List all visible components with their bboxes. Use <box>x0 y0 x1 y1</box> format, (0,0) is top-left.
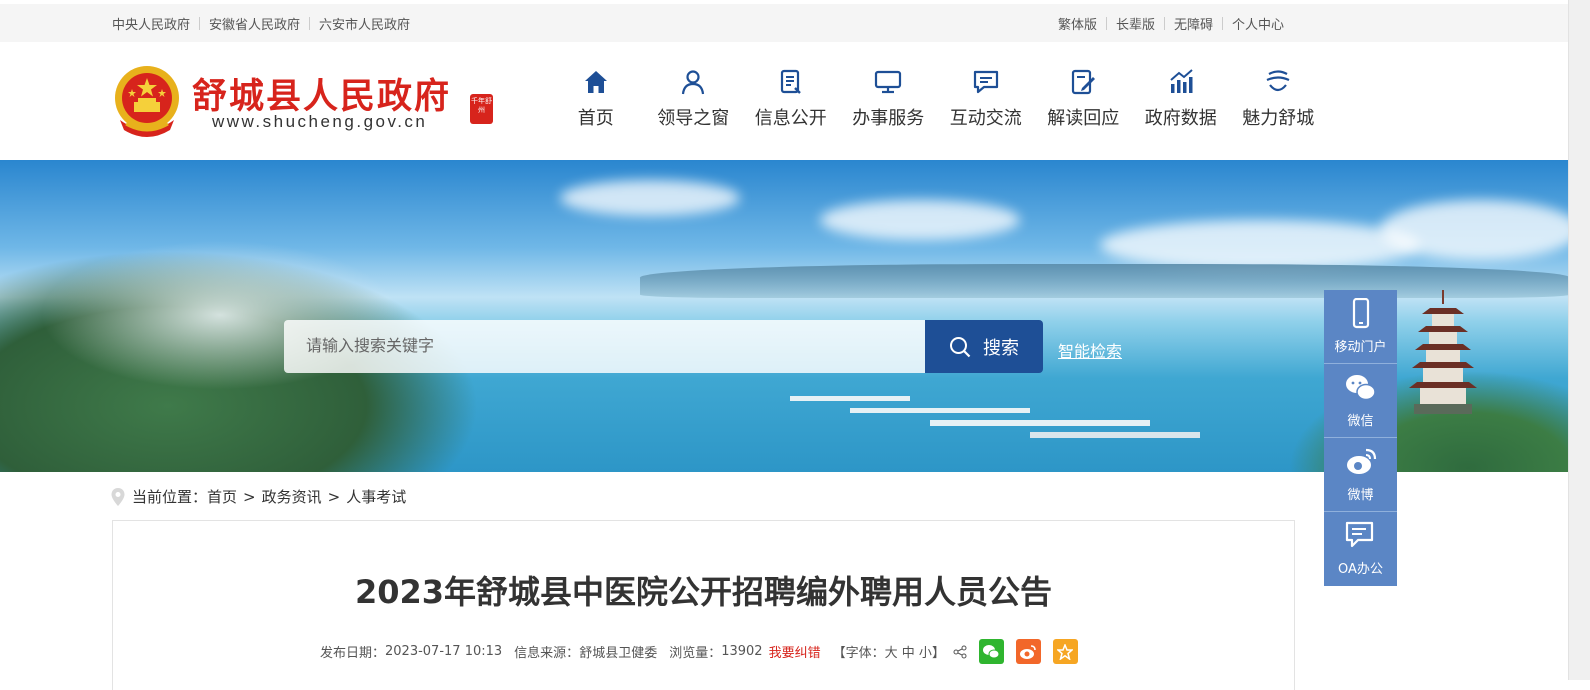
article-meta: 发布日期： 2023-07-17 10:13 信息来源： 舒城县卫健委 浏览量：… <box>320 639 1078 664</box>
views-label: 浏览量： <box>669 646 722 661</box>
nav-item-leadership[interactable]: 领导之窗 <box>645 68 743 130</box>
breadcrumb-personnel-exam[interactable]: 人事考试 <box>346 486 406 507</box>
weibo-icon <box>1020 644 1037 659</box>
article-title: 2023年舒城县中医院公开招聘编外聘用人员公告 <box>354 573 1053 611</box>
star-icon <box>1057 643 1074 660</box>
nav-label: 互动交流 <box>949 108 1022 129</box>
marina-image <box>790 396 1200 438</box>
font-medium-button[interactable]: 中 <box>902 642 915 661</box>
person-icon <box>682 70 705 95</box>
pagoda-image <box>1409 290 1477 414</box>
search-button-label: 搜索 <box>983 337 1019 359</box>
side-label: OA办公 <box>1338 562 1383 577</box>
link-accessibility[interactable]: 无障碍 <box>1165 14 1222 33</box>
side-item-wechat[interactable]: 微信 <box>1324 364 1397 438</box>
cloud <box>1100 220 1420 270</box>
nav-item-home[interactable]: 首页 <box>547 68 645 130</box>
side-label: 微博 <box>1347 488 1374 503</box>
location-pin-icon <box>111 487 125 506</box>
nav-label: 领导之窗 <box>657 108 730 129</box>
share-weibo-button[interactable] <box>1015 639 1041 664</box>
share-wechat-button[interactable] <box>978 639 1004 664</box>
chart-icon <box>1170 69 1193 93</box>
national-emblem-icon[interactable] <box>112 64 182 138</box>
side-item-weibo[interactable]: 微博 <box>1324 438 1397 512</box>
side-item-mobile-portal[interactable]: 移动门户 <box>1324 290 1397 364</box>
top-bar: 中央人民政府 安徽省人民政府 六安市人民政府 繁体版 长辈版 无障碍 个人中心 <box>0 4 1568 42</box>
font-small-button[interactable]: 小 <box>919 642 932 661</box>
link-traditional[interactable]: 繁体版 <box>1058 14 1106 33</box>
chat-icon <box>973 70 998 94</box>
share-icon <box>953 645 967 658</box>
cloud <box>560 180 740 216</box>
nav-label: 办事服务 <box>852 108 925 129</box>
source-value: 舒城县卫健委 <box>579 646 658 661</box>
nav-label: 解读回应 <box>1047 108 1120 129</box>
link-luan-gov[interactable]: 六安市人民政府 <box>310 14 410 33</box>
link-central-gov[interactable]: 中央人民政府 <box>112 14 199 33</box>
landscape-icon <box>1266 70 1290 92</box>
search-input[interactable] <box>284 320 925 373</box>
breadcrumb: 当前位置： 首页 > 政务资讯 > 人事考试 <box>110 486 406 507</box>
favorite-button[interactable] <box>1052 639 1078 664</box>
seal-logo: 千年舒州 <box>470 94 493 124</box>
link-anhui-gov[interactable]: 安徽省人民政府 <box>200 14 309 33</box>
article-panel: 2023年舒城县中医院公开招聘编外聘用人员公告 发布日期： 2023-07-17… <box>112 520 1295 690</box>
floating-sidebar: 移动门户 微信 微博 OA办公 <box>1324 290 1397 586</box>
publish-label: 发布日期： <box>320 646 386 661</box>
wechat-icon <box>983 644 1000 658</box>
nav-item-charm[interactable]: 魅力舒城 <box>1230 68 1328 130</box>
publish-date: 2023-07-17 10:13 <box>385 644 503 659</box>
search-icon <box>950 336 971 357</box>
message-icon <box>1345 521 1373 548</box>
report-error-link[interactable]: 我要纠错 <box>769 642 821 661</box>
side-label: 微信 <box>1347 414 1374 429</box>
search-button[interactable]: 搜索 <box>925 320 1043 373</box>
font-size-suffix: 】 <box>931 646 945 661</box>
font-large-button[interactable]: 大 <box>885 642 898 661</box>
breadcrumb-home[interactable]: 首页 <box>207 486 237 507</box>
side-label: 移动门户 <box>1334 340 1387 355</box>
nav-label: 信息公开 <box>754 108 827 129</box>
site-url: www.shucheng.gov.cn <box>212 112 428 131</box>
search-bar: 搜索 <box>284 320 1043 373</box>
breadcrumb-separator: > <box>327 487 341 506</box>
cloud <box>1380 200 1568 260</box>
phone-icon <box>1352 298 1369 329</box>
link-elder-version[interactable]: 长辈版 <box>1107 14 1164 33</box>
nav-label: 首页 <box>577 108 614 129</box>
nav-item-interaction[interactable]: 互动交流 <box>937 68 1035 130</box>
breadcrumb-prefix: 当前位置： <box>132 488 208 506</box>
monitor-icon <box>875 70 902 94</box>
nav-item-info-disclosure[interactable]: 信息公开 <box>742 68 840 130</box>
link-personal-center[interactable]: 个人中心 <box>1223 14 1284 33</box>
nav-item-gov-data[interactable]: 政府数据 <box>1132 68 1230 130</box>
nav-label: 政府数据 <box>1144 108 1217 129</box>
side-item-oa-office[interactable]: OA办公 <box>1324 512 1397 586</box>
vertical-scrollbar[interactable] <box>1568 0 1590 680</box>
breadcrumb-separator: > <box>243 487 256 506</box>
nav-item-interpretation[interactable]: 解读回应 <box>1035 68 1133 130</box>
breadcrumb-news[interactable]: 政务资讯 <box>262 486 322 507</box>
gov-links: 中央人民政府 安徽省人民政府 六安市人民政府 <box>112 14 410 33</box>
edit-icon <box>1072 69 1096 95</box>
nav-item-services[interactable]: 办事服务 <box>840 68 938 130</box>
wechat-icon <box>1345 375 1376 401</box>
weibo-icon <box>1346 448 1376 474</box>
nav-label: 魅力舒城 <box>1242 108 1315 129</box>
smart-search-link[interactable]: 智能检索 <box>1058 338 1122 362</box>
home-icon <box>584 71 607 93</box>
source-label: 信息来源： <box>514 646 580 661</box>
main-nav: 首页 领导之窗 信息公开 办事服务 互动交流 解读回应 政府数据 魅力舒城 <box>547 68 1327 130</box>
font-size-prefix: 【字体： <box>832 646 885 661</box>
cloud <box>820 200 1020 240</box>
views-count: 13902 <box>721 644 763 659</box>
document-icon <box>780 69 801 94</box>
site-header: 舒城县人民政府 www.shucheng.gov.cn 千年舒州 首页 领导之窗… <box>0 42 1568 160</box>
utility-links: 繁体版 长辈版 无障碍 个人中心 <box>1058 14 1284 33</box>
